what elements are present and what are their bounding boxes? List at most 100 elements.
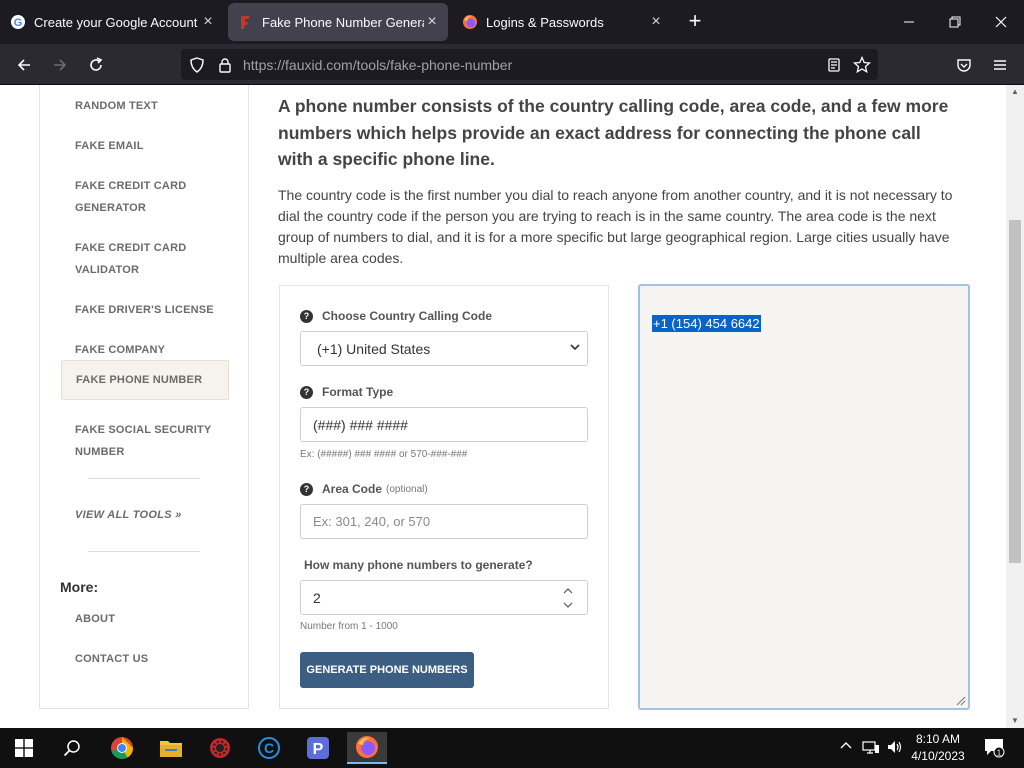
google-icon: G — [10, 14, 26, 30]
reload-icon — [90, 57, 103, 71]
number-stepper[interactable] — [561, 587, 575, 609]
generated-phone-number[interactable]: +1 (154) 454 6642 — [652, 315, 761, 332]
minimize-icon — [904, 21, 914, 23]
results-textarea[interactable]: +1 (154) 454 6642 — [638, 284, 970, 710]
page-description: The country code is the first number you… — [278, 187, 953, 266]
generate-phone-numbers-button[interactable]: GENERATE PHONE NUMBERS — [300, 652, 474, 688]
sidebar-item-label: ABOUT — [75, 613, 116, 625]
page-headline: A phone number consists of the country c… — [278, 96, 949, 169]
scrollbar-thumb[interactable] — [1009, 220, 1021, 563]
reload-button[interactable] — [82, 51, 110, 79]
folder-icon — [160, 741, 182, 757]
view-all-tools-link[interactable]: VIEW ALL TOOLS » — [75, 509, 182, 521]
restore-button[interactable] — [932, 0, 978, 44]
arrow-right-icon — [54, 59, 67, 71]
taskbar-app-red[interactable] — [200, 732, 240, 764]
close-icon[interactable]: × — [200, 14, 216, 30]
p-app-icon: P — [307, 737, 329, 759]
gear-app-icon — [210, 738, 230, 758]
page-scrollbar[interactable]: ▲ ▼ — [1006, 85, 1024, 728]
count-label: How many phone numbers to generate? — [304, 558, 533, 572]
hamburger-menu-icon — [994, 60, 1006, 70]
new-tab-button[interactable]: + — [683, 10, 707, 34]
tab-fake-phone-number[interactable]: Fake Phone Number Generator × — [228, 3, 448, 41]
taskbar-chrome[interactable] — [102, 732, 142, 764]
reader-view-icon[interactable] — [824, 55, 844, 75]
sidebar-item-label: NUMBER — [75, 446, 125, 458]
format-type-input[interactable]: (###) ### #### — [300, 407, 588, 442]
back-button[interactable] — [10, 51, 38, 79]
minimize-button[interactable] — [886, 0, 932, 44]
pocket-button[interactable] — [950, 51, 978, 79]
taskbar-firefox[interactable] — [347, 732, 387, 764]
sidebar-item-label: FAKE PHONE NUMBER — [76, 374, 203, 386]
sidebar-item-about[interactable]: ABOUT — [61, 608, 229, 630]
close-icon — [995, 16, 1007, 28]
sidebar-item-label: VALIDATOR — [75, 264, 140, 276]
tools-sidebar: RANDOM TEXT FAKE EMAIL FAKE CREDIT CARD G… — [39, 85, 249, 709]
sidebar-item-fake-company[interactable]: FAKE COMPANY — [61, 339, 229, 361]
scroll-down-icon[interactable]: ▼ — [1006, 714, 1024, 728]
resize-handle-icon[interactable] — [954, 694, 966, 706]
lock-icon[interactable] — [215, 55, 235, 75]
close-icon[interactable]: × — [424, 14, 440, 30]
sidebar-item-fake-email[interactable]: FAKE EMAIL — [61, 135, 229, 157]
label-text: Format Type — [322, 385, 394, 399]
url-text[interactable]: https://fauxid.com/tools/fake-phone-numb… — [243, 57, 512, 73]
sidebar-divider — [88, 478, 200, 479]
area-code-input[interactable]: Ex: 301, 240, or 570 — [300, 504, 588, 539]
clock-date: 4/10/2023 — [911, 749, 965, 763]
search-button[interactable] — [52, 732, 92, 764]
sidebar-item-fake-phone-number[interactable]: FAKE PHONE NUMBER — [61, 360, 229, 400]
close-icon[interactable]: × — [648, 14, 664, 30]
network-icon[interactable] — [862, 739, 880, 758]
taskbar-app-p[interactable]: P — [298, 732, 338, 764]
tab-create-google-account[interactable]: G Create your Google Account × — [0, 0, 224, 44]
sidebar-item-fake-social-security-number[interactable]: FAKE SOCIAL SECURITY NUMBER — [61, 419, 229, 463]
sidebar-item-fake-credit-card-generator[interactable]: FAKE CREDIT CARD GENERATOR — [61, 175, 229, 219]
sidebar-item-fake-credit-card-validator[interactable]: FAKE CREDIT CARD VALIDATOR — [61, 237, 229, 281]
chevron-up-icon[interactable] — [563, 587, 573, 595]
sidebar-item-contact-us[interactable]: CONTACT US — [61, 648, 229, 670]
address-bar[interactable]: https://fauxid.com/tools/fake-phone-numb… — [181, 49, 878, 80]
sidebar-item-label: RANDOM TEXT — [75, 100, 158, 112]
sidebar-item-fake-drivers-license[interactable]: FAKE DRIVER'S LICENSE — [61, 299, 229, 321]
label-text: How many phone numbers to generate? — [304, 558, 533, 572]
close-window-button[interactable] — [978, 0, 1024, 44]
more-heading: More: — [60, 579, 99, 595]
chevron-up-icon[interactable] — [839, 739, 853, 756]
pocket-icon — [957, 59, 971, 72]
windows-taskbar: C P 8:10 AM 4/10/2023 1 — [0, 728, 1024, 768]
input-value: (###) ### #### — [313, 416, 408, 433]
format-hint: Ex: (#####) ### #### or 570-###-### — [300, 449, 468, 460]
help-icon[interactable]: ? — [300, 309, 313, 323]
navigation-toolbar: https://fauxid.com/tools/fake-phone-numb… — [0, 44, 1024, 85]
bookmark-star-icon[interactable] — [852, 55, 872, 75]
taskbar-ccleaner[interactable]: C — [249, 732, 289, 764]
notification-icon: 1 — [985, 739, 1005, 758]
svg-text:P: P — [313, 741, 324, 758]
search-icon — [63, 740, 80, 757]
notification-button[interactable]: 1 — [983, 736, 1005, 761]
forward-button[interactable] — [46, 51, 74, 79]
tab-title: Create your Google Account — [34, 14, 198, 30]
arrow-left-icon — [17, 59, 30, 71]
tab-logins-passwords[interactable]: Logins & Passwords × — [452, 0, 672, 44]
selected-value: (+1) United States — [317, 340, 431, 357]
restore-icon — [949, 16, 961, 28]
scroll-up-icon[interactable]: ▲ — [1006, 85, 1024, 99]
chevron-down-icon[interactable] — [563, 601, 573, 609]
chevron-down-icon — [569, 341, 581, 356]
label-text: Area Code — [322, 482, 383, 496]
help-icon[interactable]: ? — [300, 385, 313, 399]
count-number-input[interactable]: 2 — [300, 580, 588, 615]
sidebar-item-label: FAKE COMPANY — [75, 344, 166, 356]
system-clock[interactable]: 8:10 AM 4/10/2023 — [902, 731, 974, 765]
taskbar-file-explorer[interactable] — [151, 732, 191, 764]
help-icon[interactable]: ? — [300, 482, 313, 496]
start-button[interactable] — [4, 732, 44, 764]
shield-icon[interactable] — [187, 55, 207, 75]
country-code-select[interactable]: (+1) United States — [300, 331, 588, 366]
sidebar-item-random-text[interactable]: RANDOM TEXT — [61, 95, 229, 117]
menu-button[interactable] — [986, 51, 1014, 79]
